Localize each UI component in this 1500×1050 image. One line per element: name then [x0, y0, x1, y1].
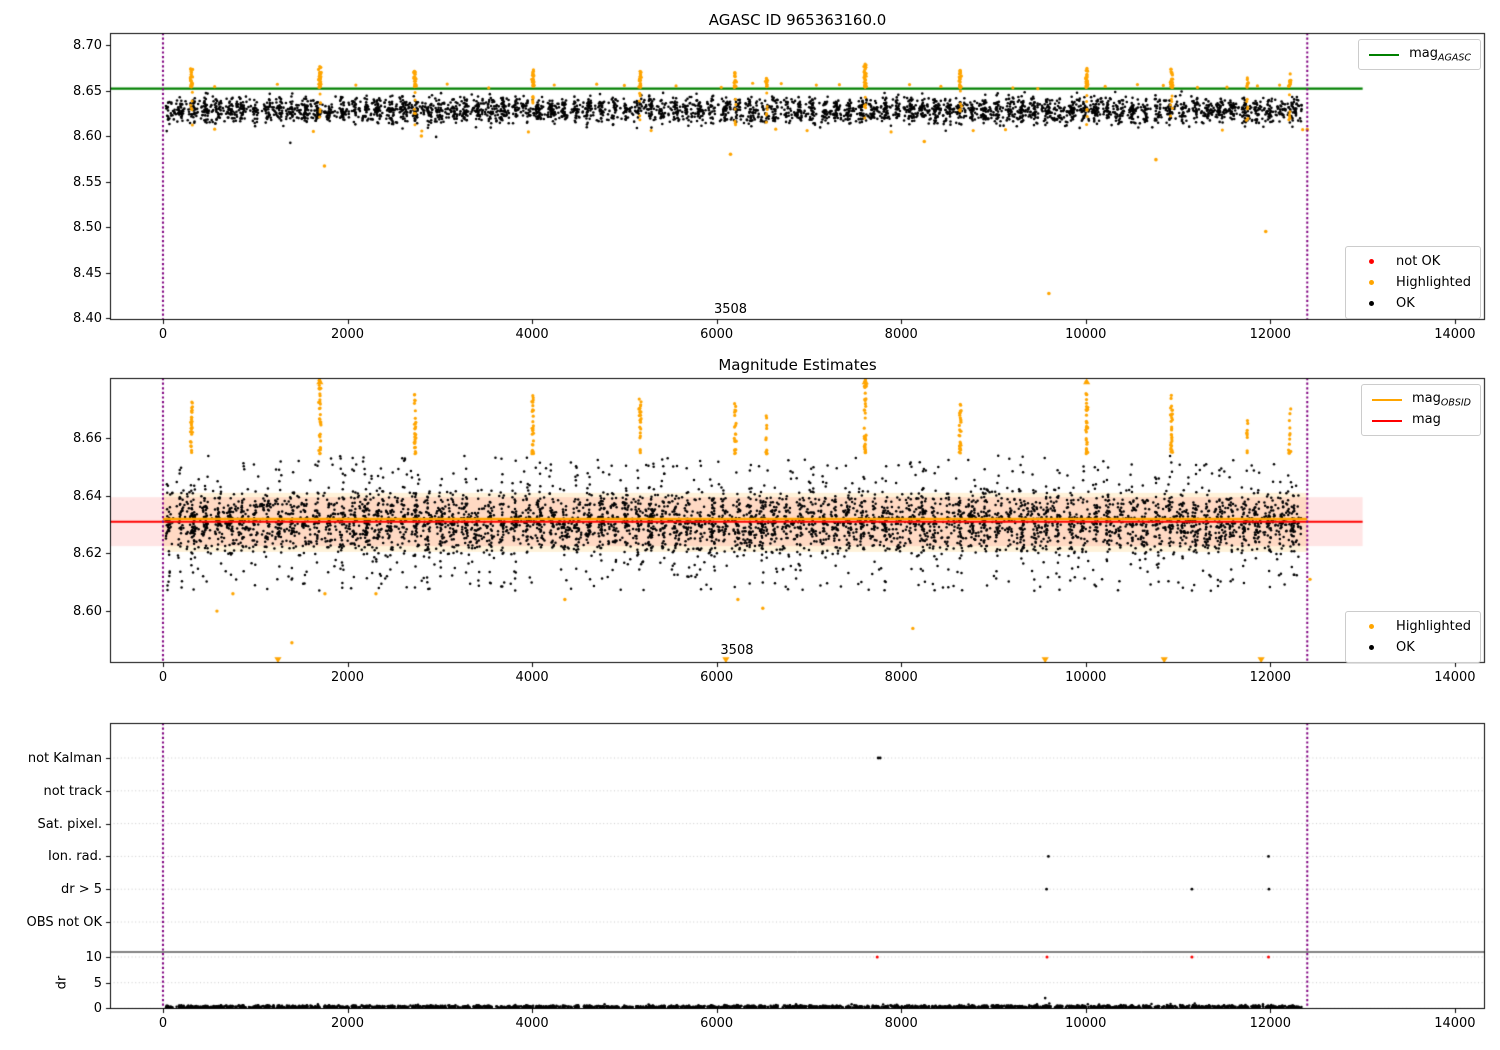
orange-dot-swatch — [1355, 624, 1387, 629]
black-dot-swatch — [1355, 301, 1387, 306]
x-tick-label: 14000 — [1434, 670, 1476, 685]
legend-label: not OK — [1396, 254, 1441, 269]
x-tick-label: 12000 — [1249, 1016, 1292, 1031]
y-tick-label: 8.66 — [73, 431, 102, 446]
y-category-label: not track — [43, 783, 102, 799]
legend-label: Highlighted — [1396, 275, 1471, 290]
green-line-swatch — [1368, 53, 1400, 56]
x-tick-label: 0 — [158, 1016, 168, 1031]
red-line-swatch — [1371, 419, 1403, 422]
legend-item-mag-agasc: magAGASC — [1368, 44, 1471, 65]
legend-mag-lines: magOBSID mag — [1360, 384, 1481, 436]
legend-label: magAGASC — [1409, 45, 1471, 64]
x-tick-label: 8000 — [884, 1016, 918, 1031]
x-tick-label: 0 — [158, 670, 168, 685]
x-tick-label: 14000 — [1434, 1016, 1476, 1031]
y-tick-label: 0 — [93, 1001, 102, 1017]
y-tick-label: 8.70 — [73, 38, 102, 53]
y-tick-label: 8.64 — [73, 488, 102, 504]
legend-marker-types-middle: Highlighted OK — [1345, 611, 1481, 663]
y-tick-label: 8.55 — [73, 174, 102, 190]
y-tick-label: 8.50 — [73, 220, 102, 235]
y-category-label: Ion. rad. — [48, 849, 102, 865]
y-tick-label: 5 — [93, 975, 102, 991]
y-category-label: Sat. pixel. — [37, 816, 102, 832]
x-tick-label: 8000 — [884, 327, 918, 342]
x-tick-label: 10000 — [1065, 1016, 1107, 1031]
x-tick-label: 12000 — [1249, 670, 1292, 685]
legend-item-highlighted: Highlighted — [1355, 272, 1471, 293]
y-tick-label: 8.60 — [73, 129, 102, 144]
legend-mag-agasc: magAGASC — [1358, 39, 1481, 70]
legend-label: OK — [1396, 296, 1415, 311]
legend-item-mag-obsid: magOBSID — [1371, 389, 1471, 410]
black-dot-swatch — [1355, 645, 1387, 650]
x-tick-label: 14000 — [1434, 327, 1476, 342]
legend-marker-types-top: not OK Highlighted OK — [1345, 246, 1481, 319]
x-tick-label: 6000 — [700, 670, 734, 685]
orange-dot-swatch — [1355, 280, 1387, 285]
legend-item-mag: mag — [1371, 410, 1471, 431]
legend-label: Highlighted — [1396, 619, 1471, 634]
x-tick-label: 2000 — [330, 670, 365, 685]
red-dot-swatch — [1355, 259, 1387, 264]
y-tick-label: 8.62 — [73, 546, 102, 562]
legend-item-ok: OK — [1355, 293, 1471, 314]
subplot1-annotation: 3508 — [713, 301, 748, 317]
x-tick-label: 6000 — [700, 1016, 734, 1031]
subplot1-title: AGASC ID 965363160.0 — [708, 11, 887, 29]
x-tick-label: 4000 — [515, 1016, 549, 1031]
x-tick-label: 10000 — [1065, 670, 1107, 685]
legend-label: OK — [1396, 640, 1415, 655]
x-tick-label: 12000 — [1249, 327, 1292, 342]
legend-label: magOBSID — [1411, 390, 1471, 409]
y-tick-label: 8.40 — [73, 310, 102, 326]
y-category-label: dr > 5 — [60, 882, 102, 898]
y-tick-label: 8.60 — [73, 604, 102, 620]
x-tick-label: 6000 — [700, 327, 734, 342]
y-tick-label: 8.65 — [73, 83, 102, 99]
x-tick-label: 8000 — [884, 670, 918, 685]
figure: AGASC ID 965363160.0 Magnitude Estimates… — [0, 0, 1500, 1050]
subplot2-title: Magnitude Estimates — [718, 356, 877, 374]
y-category-label: not Kalman — [27, 751, 102, 766]
x-tick-label: 4000 — [515, 327, 549, 342]
legend-item-not-ok: not OK — [1355, 251, 1471, 272]
subplot2-annotation: 3508 — [720, 643, 754, 659]
x-tick-label: 4000 — [515, 670, 549, 685]
y-tick-label: 10 — [85, 950, 102, 965]
legend-item-highlighted: Highlighted — [1355, 616, 1471, 637]
orange-line-swatch — [1371, 398, 1403, 401]
x-tick-label: 2000 — [330, 327, 365, 342]
legend-item-ok: OK — [1355, 637, 1471, 658]
y-category-label: OBS not OK — [26, 915, 103, 930]
y-tick-label: 8.45 — [73, 265, 102, 281]
x-tick-label: 10000 — [1065, 327, 1107, 342]
x-tick-label: 0 — [158, 327, 168, 342]
x-tick-label: 2000 — [330, 1016, 365, 1031]
plots-canvas — [0, 0, 1500, 1050]
legend-label: mag — [1411, 411, 1441, 427]
